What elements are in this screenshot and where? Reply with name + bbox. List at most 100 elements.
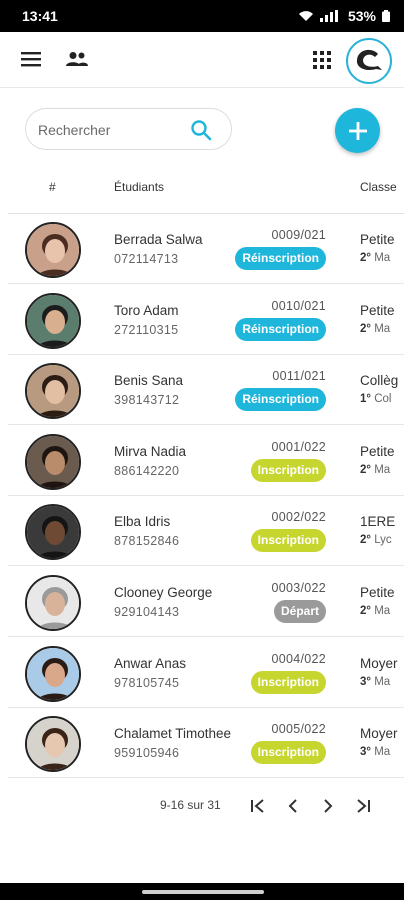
student-row[interactable]: Anwar Anas 978105745 0004/022 Inscription Mo… xyxy=(8,638,404,708)
student-phone: 398143712 xyxy=(114,393,180,408)
avatar-photo xyxy=(27,718,79,771)
student-row[interactable]: Mirva Nadia 886142220 0001/022 Inscription P… xyxy=(8,426,404,496)
first-page-button[interactable] xyxy=(248,796,268,816)
people-icon xyxy=(66,52,88,66)
column-header-students[interactable]: Étudiants xyxy=(114,180,164,194)
student-code: 0001/022 xyxy=(271,439,326,454)
column-header-class[interactable]: Classe xyxy=(360,180,397,194)
class-level-label: Col xyxy=(374,393,392,406)
last-page-icon xyxy=(357,799,370,813)
student-row[interactable]: Elba Idris 878152846 0002/022 Inscription 1E… xyxy=(8,496,404,567)
student-avatar[interactable] xyxy=(25,363,81,420)
student-code: 0005/022 xyxy=(271,722,326,737)
class-level-number: 1° xyxy=(360,393,371,406)
school-logo[interactable] xyxy=(346,38,392,84)
student-row[interactable]: Berrada Salwa 072114713 0009/021 Réinscript… xyxy=(8,214,404,284)
student-code: 0009/021 xyxy=(271,228,326,242)
student-avatar[interactable] xyxy=(25,645,81,702)
apps-button[interactable] xyxy=(308,46,336,74)
class-level-label: Lyc xyxy=(374,534,392,547)
status-time: 13:41 xyxy=(22,8,58,24)
menu-icon xyxy=(21,52,41,67)
student-class: Moyer xyxy=(360,655,398,671)
student-class: Petite xyxy=(360,443,395,459)
student-row[interactable]: Benis Sana 398143712 0011/021 Réinscription… xyxy=(8,355,404,426)
students-button[interactable] xyxy=(62,46,92,72)
student-row[interactable]: Clooney George 929104143 0003/022 Départ Pet… xyxy=(8,567,404,637)
avatar-photo xyxy=(27,435,79,488)
first-page-icon xyxy=(251,799,264,813)
student-name[interactable]: Toro Adam xyxy=(114,303,179,318)
status-badge: Départ xyxy=(273,600,326,623)
search-icon[interactable] xyxy=(190,119,212,141)
student-class-level: 2° Ma xyxy=(360,464,404,476)
class-level-label: Ma xyxy=(374,675,391,688)
add-student-button[interactable] xyxy=(335,108,380,153)
student-class-level: 2° Ma xyxy=(360,323,404,335)
status-badge: Réinscription xyxy=(235,317,326,341)
last-page-button[interactable] xyxy=(353,796,373,816)
student-code: 0002/022 xyxy=(271,510,326,525)
pagination-range: 9-16 sur 31 xyxy=(160,798,221,812)
class-level-label: Ma xyxy=(374,252,391,264)
avatar-photo xyxy=(27,577,79,629)
status-badge: Inscription xyxy=(250,670,326,694)
student-avatar[interactable] xyxy=(25,716,81,773)
avatar-photo xyxy=(27,647,79,700)
student-name[interactable]: Benis Sana xyxy=(114,373,183,388)
student-class-level: 1° Col xyxy=(360,393,404,405)
student-phone: 272110315 xyxy=(114,322,179,337)
student-class-level: 2° Ma xyxy=(360,605,404,617)
student-name[interactable]: Berrada Salwa xyxy=(114,232,203,247)
class-level-number: 2° xyxy=(360,252,371,264)
student-name[interactable]: Clooney George xyxy=(114,585,212,600)
student-name[interactable]: Elba Idris xyxy=(114,514,170,529)
menu-button[interactable] xyxy=(18,46,44,72)
status-badge: Réinscription xyxy=(235,388,326,412)
student-phone: 978105745 xyxy=(114,675,180,690)
class-level-number: 2° xyxy=(360,534,371,547)
student-row[interactable]: Chalamet Timothee 959105946 0005/022 Inscri… xyxy=(8,708,404,779)
student-avatar[interactable] xyxy=(25,222,81,278)
column-header-number[interactable]: # xyxy=(49,180,56,194)
student-name[interactable]: Mirva Nadia xyxy=(114,444,186,459)
chevron-right-icon xyxy=(324,799,333,813)
signal-icon xyxy=(319,10,338,22)
student-code: 0003/022 xyxy=(271,581,326,595)
app-bar xyxy=(0,32,404,88)
student-name[interactable]: Anwar Anas xyxy=(114,656,186,671)
student-class-level: 2° Lyc xyxy=(360,534,404,546)
student-name[interactable]: Chalamet Timothee xyxy=(114,726,231,741)
student-avatar[interactable] xyxy=(25,433,81,490)
student-class-level: 2° Ma xyxy=(360,252,404,264)
chevron-left-icon xyxy=(288,799,297,813)
system-nav-bar xyxy=(0,883,404,900)
student-class: Moyer xyxy=(360,726,398,742)
logo-mark-icon xyxy=(356,49,382,70)
class-level-number: 3° xyxy=(360,675,371,688)
wifi-icon xyxy=(298,11,313,21)
next-page-button[interactable] xyxy=(318,796,338,816)
status-icons: 53% xyxy=(298,8,390,24)
avatar-photo xyxy=(27,506,79,559)
student-class-level: 3° Ma xyxy=(360,746,404,758)
student-phone: 929104143 xyxy=(114,605,180,619)
student-avatar[interactable] xyxy=(25,575,81,631)
student-class: Petite xyxy=(360,232,395,247)
search-input[interactable] xyxy=(38,117,188,143)
student-class: Petite xyxy=(360,585,395,600)
class-level-number: 2° xyxy=(360,322,371,335)
student-code: 0004/022 xyxy=(271,651,326,666)
battery-icon xyxy=(382,10,390,22)
status-badge: Réinscription xyxy=(235,247,326,270)
plus-icon xyxy=(348,121,367,140)
student-avatar[interactable] xyxy=(25,504,81,561)
student-class: Petite xyxy=(360,302,395,318)
home-gesture-handle[interactable] xyxy=(142,890,264,894)
student-avatar[interactable] xyxy=(25,292,81,349)
previous-page-button[interactable] xyxy=(283,796,303,816)
status-badge: Inscription xyxy=(250,529,326,553)
class-level-label: Ma xyxy=(374,746,391,759)
student-row[interactable]: Toro Adam 272110315 0010/021 Réinscription P… xyxy=(8,285,404,355)
battery-percent: 53% xyxy=(347,8,376,24)
